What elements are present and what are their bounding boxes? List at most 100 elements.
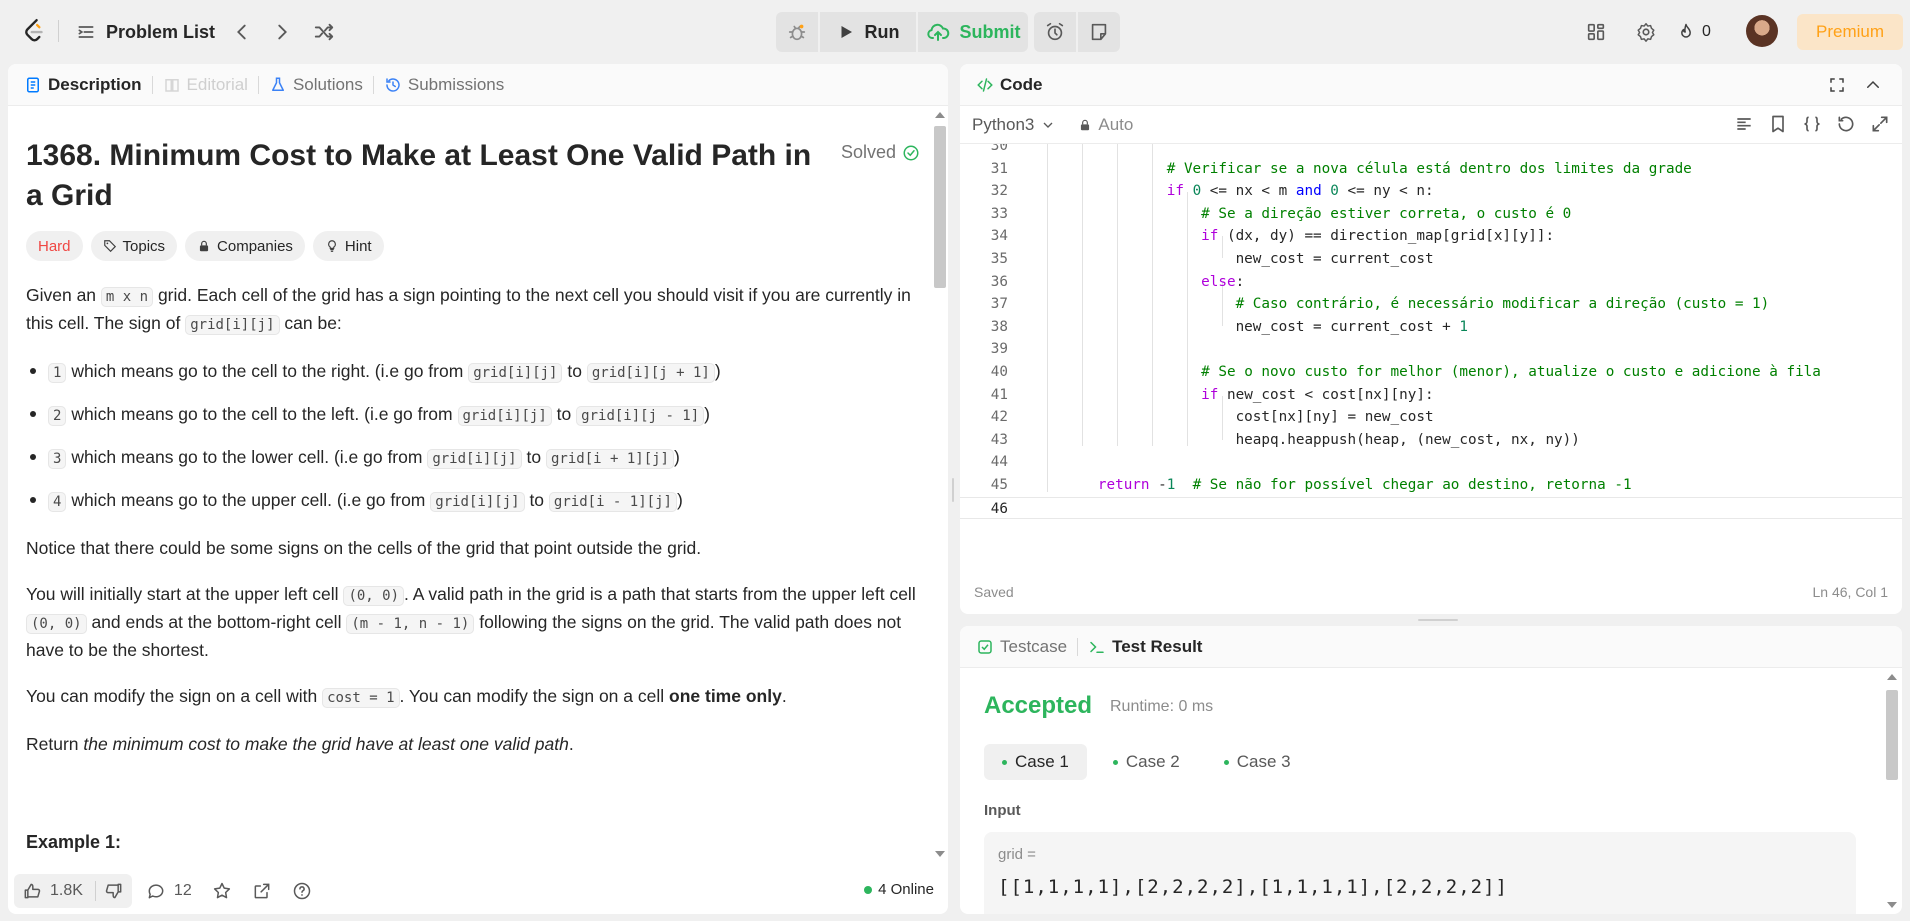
code-editor[interactable]: 30 31 # Verificar se a nova célula está …	[960, 144, 1902, 564]
premium-button[interactable]: Premium	[1797, 14, 1903, 50]
scroll-up-icon[interactable]	[1887, 674, 1897, 680]
inline-code: grid[i][j]	[430, 492, 525, 512]
favorite-button[interactable]	[212, 881, 232, 901]
dislike-button[interactable]	[104, 881, 124, 901]
tab-code[interactable]: Code	[976, 75, 1043, 95]
problem-list-button[interactable]: Problem List	[76, 14, 215, 50]
description-panel: Description Editorial Solutions Submissi…	[8, 64, 948, 914]
star-icon	[213, 882, 230, 898]
code-line: 39	[990, 341, 1008, 358]
runtime-info: Runtime: 0 ms	[1110, 698, 1214, 715]
chevron-right-icon	[278, 24, 287, 40]
test-panel: Testcase Test Result Accepted Runtime: 0…	[960, 626, 1902, 914]
submit-button[interactable]: Submit	[918, 12, 1028, 52]
topics-tag[interactable]: Topics	[90, 231, 178, 261]
scroll-down-icon[interactable]	[1887, 902, 1897, 908]
inline-code: (0, 0)	[343, 586, 405, 606]
scroll-up-icon[interactable]	[935, 112, 945, 118]
sign-item: 4 which means go to the upper cell. (i.e…	[26, 487, 916, 515]
inline-code: 3	[48, 449, 67, 469]
test-scrollbar[interactable]	[1882, 668, 1902, 914]
bookmark-icon[interactable]	[1768, 114, 1788, 134]
divider	[58, 20, 59, 42]
thumbs-up-icon	[24, 883, 41, 898]
like-button[interactable]: 1.8K	[22, 881, 83, 901]
tab-description[interactable]: Description	[24, 75, 142, 95]
share-button[interactable]	[252, 881, 272, 901]
top-bar: Problem List Run Submit 0 Premium	[0, 0, 1910, 62]
tab-test-result-label: Test Result	[1112, 636, 1203, 656]
inline-code: grid[i][j - 1]	[576, 406, 705, 426]
text: to	[556, 404, 572, 424]
online-indicator: 4 Online	[864, 881, 934, 898]
horizontal-resize-handle[interactable]	[1418, 619, 1458, 621]
premium-label: Premium	[1815, 22, 1884, 41]
hint-label: Hint	[344, 237, 372, 255]
input-box: grid = [[1,1,1,1],[2,2,2,2],[1,1,1,1],[2…	[984, 832, 1856, 914]
scroll-down-icon[interactable]	[935, 851, 945, 857]
case-tab-1[interactable]: Case 1	[984, 744, 1087, 780]
inline-code: grid[i][j]	[427, 449, 522, 469]
inline-code: grid[i - 1][j]	[548, 492, 677, 512]
maximize-button[interactable]	[1828, 76, 1846, 99]
panel-resize-handle[interactable]	[952, 478, 954, 502]
tab-solutions[interactable]: Solutions	[269, 75, 363, 95]
help-button[interactable]	[292, 881, 312, 901]
tab-test-result[interactable]: Test Result	[1088, 637, 1202, 657]
case-tab-3[interactable]: Case 3	[1206, 744, 1309, 780]
tab-testcase[interactable]: Testcase	[976, 637, 1067, 657]
language-select[interactable]: Python3	[972, 115, 1056, 135]
text: .	[781, 686, 787, 706]
run-label: Run	[864, 21, 900, 42]
companies-tag[interactable]: Companies	[185, 231, 305, 261]
inline-code: grid[i + 1][j]	[545, 449, 674, 469]
debug-button[interactable]	[776, 12, 818, 52]
next-problem-button[interactable]	[264, 14, 300, 50]
comment-count: 12	[173, 881, 192, 899]
case-label: Case 1	[1015, 752, 1069, 771]
tab-editorial[interactable]: Editorial	[163, 75, 248, 95]
auto-mode-toggle[interactable]: Auto	[1078, 115, 1133, 135]
description-content: 1368. Minimum Cost to Make at Least One …	[26, 106, 926, 863]
chevron-left-icon	[237, 24, 246, 40]
online-dot	[864, 885, 873, 894]
format-icon[interactable]	[1734, 114, 1754, 134]
italic-text: the minimum cost to make the grid have a…	[83, 734, 569, 754]
text: . A valid path in the grid is a path tha…	[404, 584, 916, 604]
verdict-status: Accepted	[984, 692, 1093, 719]
comments-button[interactable]: 12	[146, 881, 192, 901]
hint-tag[interactable]: Hint	[312, 231, 384, 261]
text: )	[676, 490, 683, 510]
lock-icon	[199, 240, 209, 252]
save-status: Saved	[974, 584, 1014, 600]
inline-code: 2	[48, 406, 67, 426]
streak-counter[interactable]: 0	[1676, 14, 1711, 50]
inline-code: 1	[48, 363, 67, 383]
chevron-up-icon	[1867, 80, 1879, 88]
inline-code: grid[i][j + 1]	[586, 363, 715, 383]
scrollbar-thumb[interactable]	[1886, 690, 1898, 780]
prev-problem-button[interactable]	[224, 14, 260, 50]
settings-button[interactable]	[1628, 14, 1664, 50]
streak-count: 0	[1702, 23, 1711, 40]
notes-button[interactable]	[1078, 12, 1120, 52]
sign-list: 1 which means go to the cell to the righ…	[26, 358, 916, 515]
case-tab-2[interactable]: Case 2	[1095, 744, 1198, 780]
braces-icon[interactable]	[1802, 114, 1822, 134]
description-scrollbar[interactable]	[930, 106, 948, 863]
code-line: 34 if (dx, dy) == direction_map[grid[x][…	[990, 228, 1555, 245]
user-avatar[interactable]	[1746, 15, 1778, 47]
leetcode-logo[interactable]	[18, 14, 52, 48]
random-problem-button[interactable]	[306, 14, 342, 50]
tab-submissions[interactable]: Submissions	[384, 75, 504, 95]
fullscreen-icon[interactable]	[1870, 114, 1890, 134]
scrollbar-thumb[interactable]	[934, 126, 946, 288]
layout-button[interactable]	[1578, 14, 1614, 50]
timer-button[interactable]	[1034, 12, 1076, 52]
reset-icon[interactable]	[1836, 114, 1856, 134]
collapse-button[interactable]	[1864, 76, 1882, 99]
text: )	[714, 361, 721, 381]
topics-label: Topics	[122, 237, 166, 255]
run-button[interactable]: Run	[820, 12, 916, 52]
code-header: Code	[960, 64, 1902, 106]
